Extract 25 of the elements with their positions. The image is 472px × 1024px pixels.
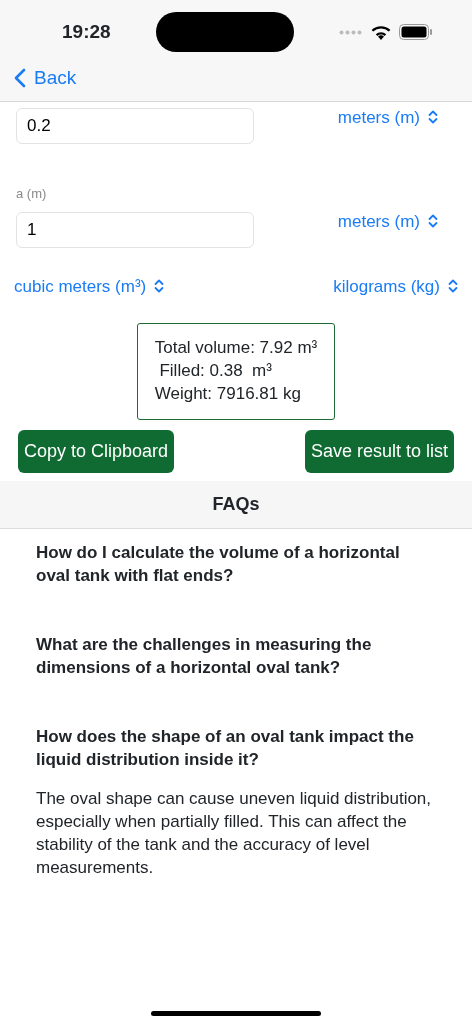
- wifi-icon: [371, 24, 391, 40]
- battery-icon: [399, 24, 432, 40]
- unit-selector[interactable]: kilograms (kg): [333, 273, 458, 299]
- faq-heading: FAQs: [212, 493, 260, 516]
- field-label: a (m): [16, 185, 48, 203]
- unit-selector[interactable]: cubic meters (m³): [14, 273, 165, 299]
- back-chevron-icon[interactable]: [14, 68, 26, 89]
- status-time: 19:28: [62, 19, 111, 44]
- up-down-chevron-icon[interactable]: [428, 110, 438, 124]
- faq-question[interactable]: How does the shape of an oval tank impact the liquid distribution inside it?: [36, 725, 432, 771]
- unit-selector[interactable]: meters (m): [337, 208, 438, 234]
- faq-question[interactable]: How do I calculate the volume of a horizontal oval tank with flat ends?: [36, 541, 432, 587]
- input-field[interactable]: 1: [16, 211, 254, 248]
- unit-selector[interactable]: meters (m): [337, 105, 438, 131]
- result-panel: Total volume: 7.92 m³ Filled: 0.38 m³ Weight: 7916.81 kg: [136, 323, 336, 420]
- up-down-chevron-icon[interactable]: [428, 213, 438, 228]
- up-down-chevron-icon[interactable]: [154, 278, 165, 293]
- copy-button[interactable]: Copy to Clipboard: [18, 430, 175, 473]
- back-button[interactable]: Back: [0, 64, 77, 93]
- faq-question[interactable]: What are the challenges in measuring the dimensions of a horizontal oval tank?: [36, 633, 432, 679]
- up-down-chevron-icon[interactable]: [448, 278, 458, 293]
- faq-answer: The oval shape can cause uneven liquid distribution, especially when partially filled. This can affect the stability of the tank and the accuracy of level measurements.: [36, 788, 432, 879]
- save-button[interactable]: Save result to list: [304, 430, 454, 473]
- signal-icon: [339, 29, 363, 35]
- input-field[interactable]: 0.2: [16, 108, 254, 144]
